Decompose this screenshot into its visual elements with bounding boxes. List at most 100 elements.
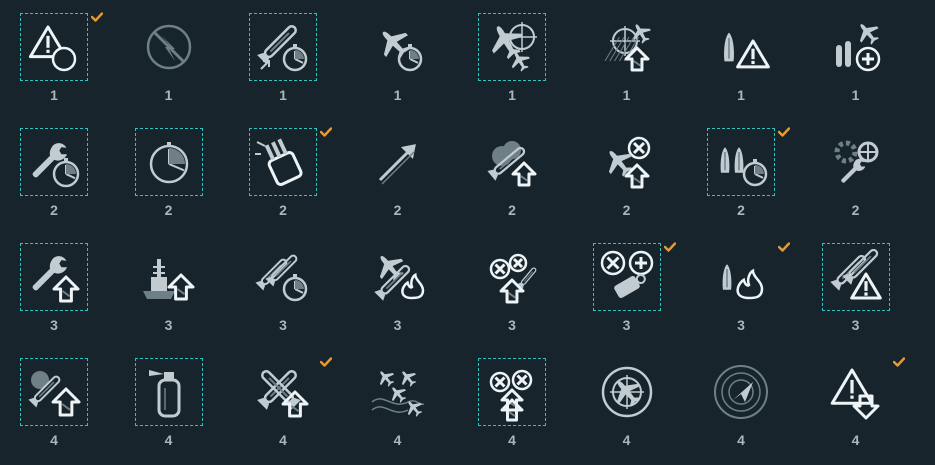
skill-cell: 3	[229, 230, 343, 344]
skill-slot[interactable]	[20, 13, 88, 81]
tier-label: 4	[50, 432, 58, 448]
tier-label: 2	[164, 202, 173, 218]
skill-cell: 2	[0, 115, 114, 229]
skill-cell: 1	[0, 0, 114, 114]
ships-timer-icon	[720, 147, 768, 187]
plane-target-upgrade-icon	[608, 136, 650, 189]
checkmark-icon	[90, 9, 104, 22]
tier-label: 2	[737, 202, 745, 218]
skill-cell: 3	[115, 230, 229, 344]
repair-heal-icon	[600, 250, 653, 298]
radar-plane-icon	[601, 366, 652, 418]
skill-cell: 2	[687, 115, 801, 229]
skill-slot[interactable]	[135, 243, 203, 311]
skill-cell: 4	[802, 345, 916, 459]
skill-cell: 4	[573, 345, 687, 459]
skill-slot[interactable]	[364, 243, 432, 311]
skill-cell: 1	[687, 0, 801, 114]
tier-label: 3	[50, 317, 58, 333]
checkmark-icon	[319, 354, 333, 367]
shell-upgrade-icon	[378, 144, 416, 185]
turret-icon	[255, 138, 303, 186]
skill-cell: 2	[344, 115, 458, 229]
targets-shells-icon	[489, 253, 537, 304]
skill-slot[interactable]	[249, 13, 317, 81]
ship-warning-icon	[724, 32, 770, 69]
checkmark-icon	[663, 239, 676, 252]
skill-slot[interactable]	[707, 13, 775, 81]
skill-cell: 2	[802, 115, 916, 229]
skill-slot[interactable]	[593, 358, 661, 426]
smoke-armor-upgrade-icon	[487, 141, 537, 187]
skill-slot[interactable]	[707, 128, 775, 196]
skill-cell: 2	[115, 115, 229, 229]
tier-label: 1	[508, 87, 516, 103]
skill-cell: 3	[458, 230, 572, 344]
skill-slot[interactable]	[478, 13, 546, 81]
skill-slot[interactable]	[364, 128, 432, 196]
skill-slot[interactable]	[707, 243, 775, 311]
stopwatch-icon	[149, 142, 188, 184]
tier-label: 3	[279, 317, 287, 333]
skill-slot[interactable]	[20, 243, 88, 311]
tier-label: 2	[851, 202, 860, 218]
warning-timer-icon	[28, 25, 77, 72]
tier-label: 4	[851, 432, 860, 448]
skill-cell: 3	[344, 230, 458, 344]
wrench-timer-icon	[32, 143, 80, 188]
skill-slot[interactable]	[20, 128, 88, 196]
skill-slot[interactable]	[593, 128, 661, 196]
skill-slot[interactable]	[135, 13, 203, 81]
tier-label: 1	[851, 87, 860, 103]
skill-cell: 3	[573, 230, 687, 344]
skill-cell: 4	[458, 345, 572, 459]
skill-slot[interactable]	[478, 243, 546, 311]
crosshair-plane-upgrade-icon	[604, 24, 651, 72]
skill-slot[interactable]	[134, 128, 203, 196]
skill-slot[interactable]	[707, 358, 775, 426]
tier-label: 4	[164, 432, 173, 448]
skill-cell: 1	[115, 0, 229, 114]
skill-slot[interactable]	[249, 128, 317, 196]
checkmark-icon	[777, 239, 791, 252]
planes-map-icon	[371, 371, 424, 417]
skill-cell: 1	[458, 0, 572, 114]
tier-label: 1	[737, 87, 745, 103]
tier-label: 3	[851, 317, 860, 333]
skill-slot[interactable]	[20, 358, 88, 426]
tier-label: 3	[622, 317, 631, 333]
skill-cell: 2	[573, 115, 687, 229]
skill-cell: 4	[229, 345, 343, 459]
skill-slot[interactable]	[592, 243, 661, 311]
skill-slot[interactable]	[593, 13, 661, 81]
skill-slot[interactable]	[134, 358, 203, 426]
skill-slot[interactable]	[821, 243, 890, 311]
tier-label: 3	[393, 317, 402, 333]
tier-label: 4	[279, 432, 287, 448]
tier-label: 1	[50, 87, 58, 103]
tier-label: 3	[737, 317, 745, 333]
skill-slot[interactable]	[478, 358, 546, 426]
skill-slot[interactable]	[249, 243, 317, 311]
skill-slot[interactable]	[822, 13, 890, 81]
skill-slot[interactable]	[364, 13, 432, 81]
checkmark-icon	[319, 124, 333, 137]
skill-slot[interactable]	[822, 128, 890, 196]
wrench-upgrade-icon	[32, 256, 80, 303]
skill-slot[interactable]	[249, 358, 317, 426]
fighter-squadron-icon	[492, 22, 537, 72]
plane-ammo-heal-icon	[835, 24, 880, 72]
skill-cell: 1	[802, 0, 916, 114]
torpedoes-warning-icon	[829, 248, 882, 300]
skill-slot[interactable]	[822, 358, 890, 426]
skill-slot[interactable]	[364, 358, 432, 426]
checkmark-icon	[892, 354, 905, 367]
gears-wrench-icon	[834, 140, 878, 183]
skill-cell: 1	[229, 0, 343, 114]
torpedoes-timer-icon	[255, 254, 308, 302]
tier-label: 3	[508, 317, 516, 333]
skill-cell: 1	[573, 0, 687, 114]
skill-slot[interactable]	[478, 128, 546, 196]
tier-label: 1	[393, 87, 402, 103]
ship-fire-icon	[722, 264, 764, 300]
